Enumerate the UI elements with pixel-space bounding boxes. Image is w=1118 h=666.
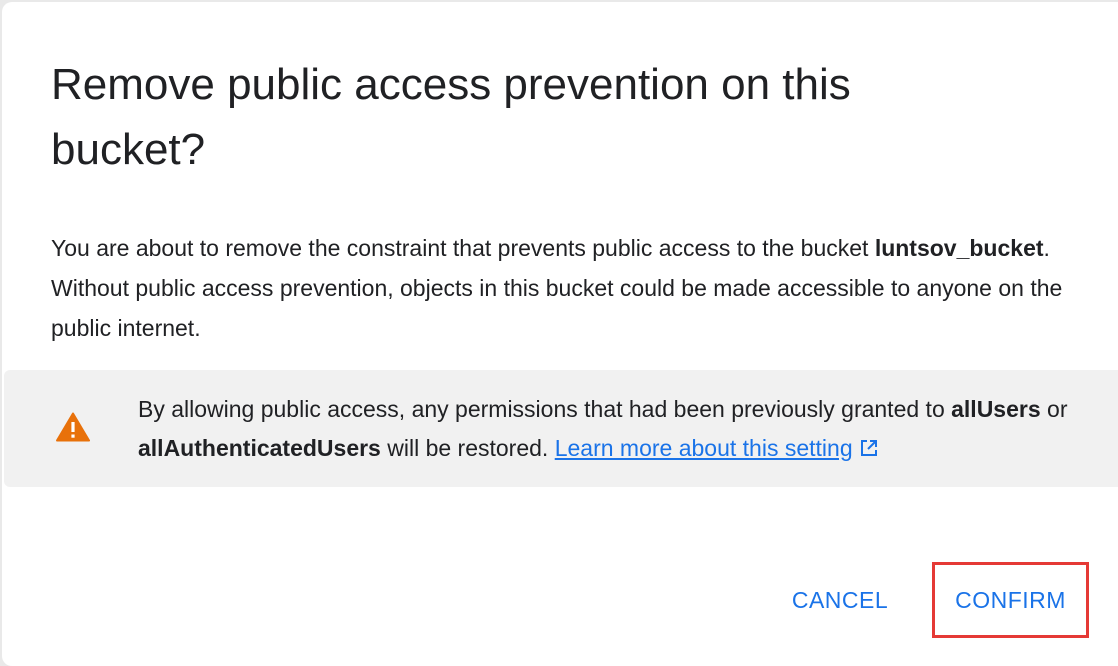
dialog-description: You are about to remove the constraint t… <box>51 228 1081 348</box>
cancel-button[interactable]: CANCEL <box>778 562 902 638</box>
dialog-title: Remove public access prevention on this … <box>51 60 851 174</box>
warning-text-before: By allowing public access, any permissio… <box>138 396 952 422</box>
learn-more-link-text[interactable]: Learn more about this setting <box>555 435 853 461</box>
warning-banner: By allowing public access, any permissio… <box>4 370 1118 487</box>
warning-text-after: will be restored. <box>380 435 555 461</box>
learn-more-link[interactable]: Learn more about this setting <box>555 435 879 461</box>
warning-message: By allowing public access, any permissio… <box>138 390 1098 468</box>
all-authenticated-users-label: allAuthenticatedUsers <box>138 435 381 461</box>
warning-icon <box>56 412 90 442</box>
all-users-label: allUsers <box>951 396 1041 422</box>
external-link-icon[interactable] <box>859 438 879 458</box>
bucket-name: luntsov_bucket <box>874 235 1044 261</box>
warning-or-text: or <box>1040 396 1068 422</box>
description-intro: You are about to remove the constraint t… <box>51 235 875 261</box>
confirm-button[interactable]: CONFIRM <box>932 562 1089 638</box>
remove-public-access-prevention-dialog: Remove public access prevention on this … <box>2 2 1118 666</box>
